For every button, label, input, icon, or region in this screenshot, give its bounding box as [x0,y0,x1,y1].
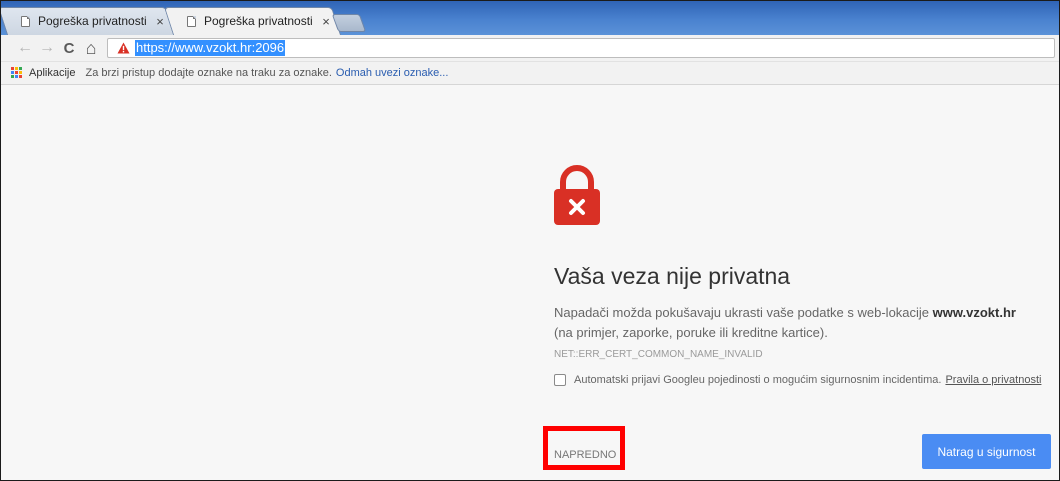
report-checkbox[interactable] [554,374,566,386]
bookmarks-hint: Za brzi pristup dodajte oznake na traku … [85,67,332,79]
tab-title: Pogreška privatnosti [38,14,147,28]
browser-window: Pogreška privatnosti × Pogreška privatno… [0,0,1060,481]
page-content [1,85,1059,480]
back-to-safety-button[interactable]: Natrag u sigurnost [922,434,1051,469]
home-icon[interactable]: ⌂ [81,38,101,58]
import-bookmarks-link[interactable]: Odmah uvezi oznake... [336,67,449,79]
page-title: Vaša veza nije privatna [554,263,791,289]
report-checkbox-label[interactable]: Automatski prijavi Googleu pojedinosti o… [574,374,941,386]
description-text: Napadači možda pokušavaju ukrasti vaše p… [554,305,930,320]
highlight-box [543,426,625,470]
bookmarks-bar: Aplikacije Za brzi pristup dodajte oznak… [1,62,1059,85]
tab-title: Pogreška privatnosti [204,14,313,28]
warning-triangle-icon[interactable] [116,41,130,55]
tab-strip: Pogreška privatnosti × Pogreška privatno… [1,1,1059,35]
address-bar[interactable]: https://www.vzokt.hr:2096 [107,38,1055,58]
tab-privacy-error-2[interactable]: Pogreška privatnosti × [163,7,341,35]
page-icon [21,15,30,27]
tab-close-icon[interactable]: × [319,14,333,29]
error-code: NET::ERR_CERT_COMMON_NAME_INVALID [554,349,763,360]
reload-icon[interactable]: C [59,38,79,58]
lock-error-icon [554,165,600,230]
report-row: Automatski prijavi Googleu pojedinosti o… [554,374,1041,386]
tab-privacy-error-1[interactable]: Pogreška privatnosti × [1,7,175,35]
back-arrow-icon[interactable]: ← [15,38,35,58]
browser-toolbar: ← → C ⌂ https://www.vzokt.hr:2096 [1,35,1059,62]
privacy-policy-link[interactable]: Pravila o privatnosti [945,374,1041,386]
new-tab-button[interactable] [331,14,367,32]
description-text: (na primjer, zaporke, poruke ili kreditn… [554,325,828,340]
page-icon [187,15,196,27]
apps-grid-icon[interactable] [11,67,23,79]
apps-shortcut[interactable]: Aplikacije [29,67,75,79]
error-description: Napadači možda pokušavaju ukrasti vaše p… [554,303,1024,365]
tab-close-icon[interactable]: × [153,14,167,29]
domain-name: www.vzokt.hr [932,305,1016,320]
forward-arrow-icon[interactable]: → [37,38,57,58]
url-text[interactable]: https://www.vzokt.hr:2096 [135,40,286,56]
advanced-button[interactable]: NAPREDNO [554,449,616,461]
